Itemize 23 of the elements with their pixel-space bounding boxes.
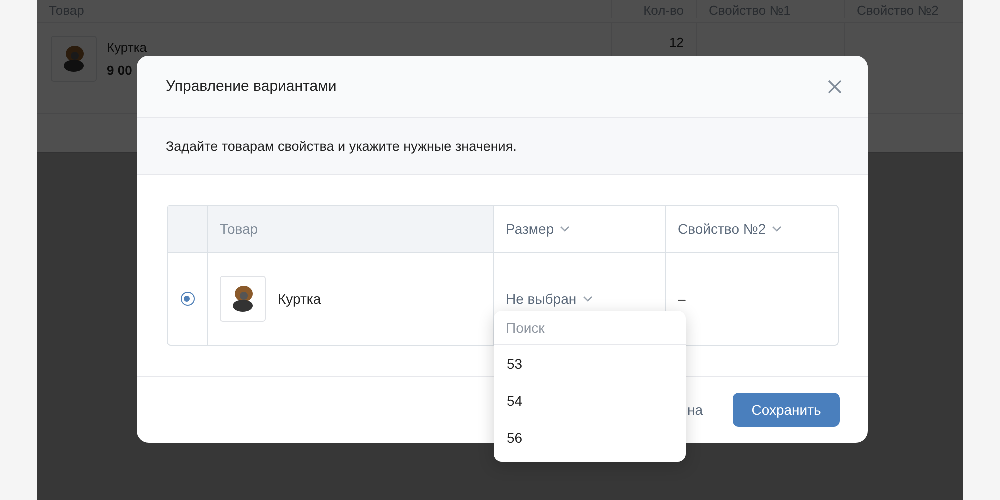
dropdown-option[interactable]: 53 (494, 345, 686, 382)
product-price: 9 00 (107, 63, 134, 78)
search-field[interactable]: Поиск (494, 311, 686, 345)
save-button[interactable]: Сохранить (733, 393, 840, 427)
product-photo-placeholder (220, 276, 266, 322)
column-header[interactable]: Размер (506, 221, 570, 237)
dropdown-option[interactable]: 56 (494, 419, 686, 456)
column-header[interactable]: Свойство №2 (678, 221, 782, 237)
dialog-title: Управление вариантами (166, 78, 337, 95)
chevron-icon (772, 226, 782, 232)
chevron-icon (560, 226, 570, 232)
property-value: – (678, 291, 686, 307)
cancel-button[interactable]: на (687, 393, 703, 427)
quantity: 12 (670, 35, 684, 50)
size-select[interactable]: Не выбран (506, 291, 593, 307)
column-header: Товар (208, 206, 494, 252)
radio-button[interactable] (180, 292, 194, 306)
dropdown-option[interactable]: 54 (494, 382, 686, 419)
close-icon[interactable] (828, 80, 842, 94)
chevron-icon (582, 296, 593, 302)
product-name: Куртка (278, 291, 322, 307)
product-name: Куртка (107, 40, 148, 55)
dialog-description: Задайте товарам свойства и укажите нужные значения. (166, 138, 517, 154)
